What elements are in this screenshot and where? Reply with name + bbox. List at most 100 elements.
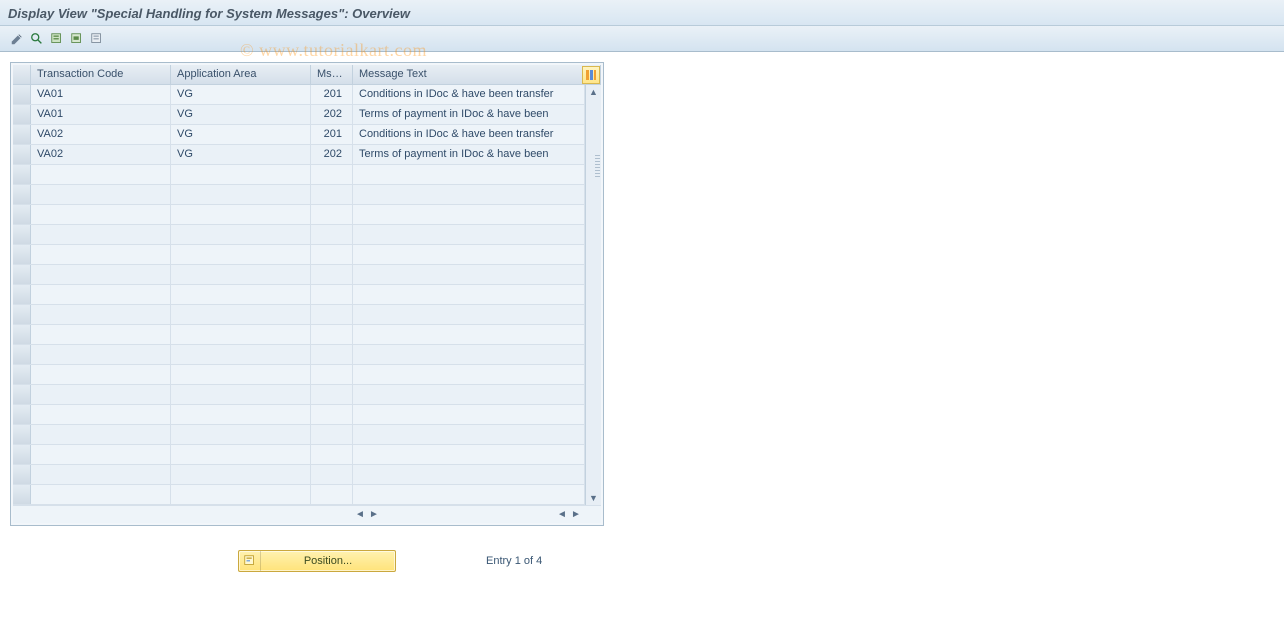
footer: Position... Entry 1 of 4	[10, 550, 1274, 572]
scroll-track[interactable]	[587, 99, 601, 491]
row-selector[interactable]	[13, 465, 31, 484]
table-row	[13, 225, 585, 245]
row-selector[interactable]	[13, 265, 31, 284]
row-selector[interactable]	[13, 245, 31, 264]
cell	[353, 205, 585, 224]
cell	[353, 385, 585, 404]
cell	[353, 325, 585, 344]
cell	[171, 385, 311, 404]
row-selector[interactable]	[13, 445, 31, 464]
table-row	[13, 305, 585, 325]
cell	[311, 485, 353, 504]
row-selector[interactable]	[13, 285, 31, 304]
details-icon[interactable]	[28, 30, 46, 48]
row-selector[interactable]	[13, 105, 31, 124]
cell	[353, 445, 585, 464]
cell	[31, 205, 171, 224]
select-all-icon[interactable]	[48, 30, 66, 48]
cell	[31, 305, 171, 324]
cell	[353, 465, 585, 484]
row-selector[interactable]	[13, 485, 31, 504]
col-header-msg-text[interactable]: Message Text	[353, 65, 601, 84]
row-selector[interactable]	[13, 125, 31, 144]
row-selector[interactable]	[13, 425, 31, 444]
table-row	[13, 245, 585, 265]
cell	[311, 205, 353, 224]
row-selector[interactable]	[13, 225, 31, 244]
cell[interactable]: VA02	[31, 125, 171, 144]
row-selector[interactable]	[13, 85, 31, 104]
cell	[31, 385, 171, 404]
title-bar: Display View "Special Handling for Syste…	[0, 0, 1284, 26]
app-toolbar: © www.tutorialkart.com	[0, 26, 1284, 52]
table-settings-icon[interactable]	[582, 66, 600, 84]
cell[interactable]: VG	[171, 85, 311, 104]
cell[interactable]: VG	[171, 145, 311, 164]
cell	[31, 325, 171, 344]
hscroll-left2-icon[interactable]: ◄	[555, 508, 569, 522]
scroll-grip-icon[interactable]	[595, 155, 600, 177]
cell[interactable]: Conditions in IDoc & have been transfer	[353, 125, 585, 144]
row-selector[interactable]	[13, 345, 31, 364]
cell[interactable]: 202	[311, 145, 353, 164]
page-title: Display View "Special Handling for Syste…	[8, 6, 410, 21]
row-selector[interactable]	[13, 145, 31, 164]
cell	[311, 185, 353, 204]
cell	[353, 485, 585, 504]
table-row	[13, 465, 585, 485]
cell	[171, 185, 311, 204]
cell[interactable]: Terms of payment in IDoc & have been	[353, 105, 585, 124]
header-select-all[interactable]	[13, 65, 31, 84]
cell[interactable]: VA01	[31, 105, 171, 124]
table-row	[13, 385, 585, 405]
cell	[353, 345, 585, 364]
row-selector[interactable]	[13, 305, 31, 324]
cell[interactable]: 201	[311, 125, 353, 144]
cell	[171, 465, 311, 484]
row-selector[interactable]	[13, 365, 31, 384]
cell[interactable]: VG	[171, 125, 311, 144]
table-row	[13, 185, 585, 205]
cell	[311, 465, 353, 484]
cell	[311, 245, 353, 264]
position-button[interactable]: Position...	[238, 550, 396, 572]
hscroll-left-icon[interactable]: ◄	[353, 508, 367, 522]
cell[interactable]: Terms of payment in IDoc & have been	[353, 145, 585, 164]
cell	[31, 265, 171, 284]
cell	[171, 485, 311, 504]
table-row	[13, 205, 585, 225]
select-block-icon[interactable]	[68, 30, 86, 48]
row-selector[interactable]	[13, 385, 31, 404]
table-row	[13, 425, 585, 445]
cell	[31, 365, 171, 384]
row-selector[interactable]	[13, 405, 31, 424]
row-selector[interactable]	[13, 325, 31, 344]
cell	[353, 425, 585, 444]
row-selector[interactable]	[13, 205, 31, 224]
cell[interactable]: Conditions in IDoc & have been transfer	[353, 85, 585, 104]
deselect-all-icon[interactable]	[88, 30, 106, 48]
scroll-up-icon[interactable]: ▲	[587, 86, 601, 98]
cell[interactable]: VG	[171, 105, 311, 124]
cell	[171, 165, 311, 184]
table-row	[13, 325, 585, 345]
hscroll-right-icon[interactable]: ►	[367, 508, 381, 522]
toggle-edit-icon[interactable]	[8, 30, 26, 48]
col-header-transaction-code[interactable]: Transaction Code	[31, 65, 171, 84]
row-selector[interactable]	[13, 185, 31, 204]
col-header-msg-no[interactable]: Msg...	[311, 65, 353, 84]
cell	[353, 245, 585, 264]
cell	[353, 225, 585, 244]
col-header-application-area[interactable]: Application Area	[171, 65, 311, 84]
cell	[171, 445, 311, 464]
hscroll-right2-icon[interactable]: ►	[569, 508, 583, 522]
cell[interactable]: 202	[311, 105, 353, 124]
vertical-scrollbar[interactable]: ▲ ▼	[585, 85, 601, 505]
content-area: Transaction Code Application Area Msg...…	[0, 52, 1284, 582]
cell[interactable]: 201	[311, 85, 353, 104]
cell[interactable]: VA02	[31, 145, 171, 164]
position-label: Position...	[261, 555, 395, 567]
row-selector[interactable]	[13, 165, 31, 184]
cell[interactable]: VA01	[31, 85, 171, 104]
scroll-down-icon[interactable]: ▼	[587, 492, 601, 504]
